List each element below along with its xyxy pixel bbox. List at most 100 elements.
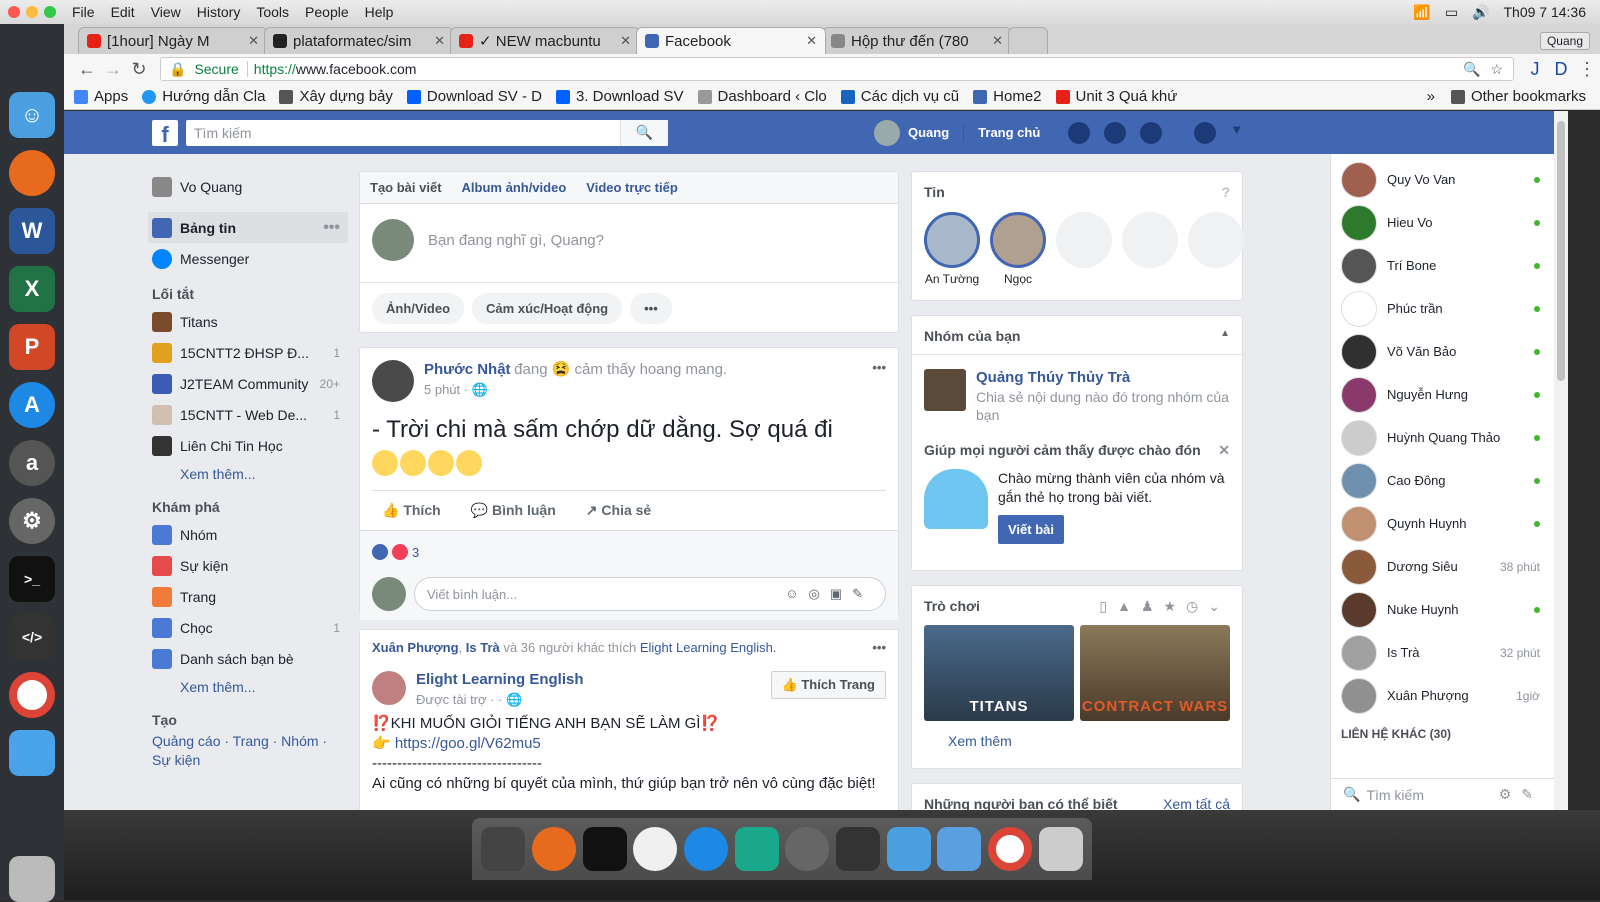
comment-button[interactable]: 💬 Bình luận <box>471 502 556 519</box>
chrome-icon[interactable] <box>987 827 1032 871</box>
chrome-menu-icon[interactable]: ⋮ <box>1574 59 1600 80</box>
nav-item-messenger[interactable]: Messenger <box>148 243 348 274</box>
comment-tools-icon[interactable]: ☺◎▣✎ <box>785 586 873 602</box>
close-window-button[interactable] <box>8 6 20 18</box>
shortcut-item-1[interactable]: 15CNTT2 ĐHSP Đ... 1 <box>148 337 348 368</box>
menu-file[interactable]: File <box>72 4 95 20</box>
bookmark-7[interactable]: Home2 <box>973 88 1042 105</box>
bookmark-3[interactable]: Download SV - D <box>406 88 542 105</box>
menu-tools[interactable]: Tools <box>256 4 289 20</box>
more-bookmarks-icon[interactable]: » <box>1427 88 1435 105</box>
shortcut-item-2[interactable]: J2TEAM Community 20+ <box>148 368 348 399</box>
composer-input[interactable]: Bạn đang nghĩ gì, Quang? <box>360 204 898 276</box>
url-input[interactable]: 🔒 Secure https:// www.facebook.com 🔍 ☆ <box>160 57 1514 81</box>
friend-requests-icon[interactable] <box>1068 121 1091 144</box>
chat-contact[interactable]: Nuke Huynh <box>1331 588 1554 631</box>
word-icon[interactable]: W <box>9 208 55 254</box>
search-icon[interactable]: 🔍 <box>620 119 668 146</box>
profile-link[interactable]: Quang <box>908 125 949 140</box>
apple-icon[interactable] <box>9 34 55 80</box>
create-post-tab[interactable]: Tạo bài viết <box>370 180 442 195</box>
wifi-icon[interactable]: 📶 <box>1413 4 1430 21</box>
app-store-icon[interactable] <box>683 827 728 871</box>
bookmark-2[interactable]: Xây dựng bảy <box>279 88 393 105</box>
shortcut-item-4[interactable]: Liên Chi Tin Học <box>148 430 348 461</box>
photo-album-tab[interactable]: Album ảnh/video <box>462 180 567 195</box>
firefox-icon[interactable] <box>9 150 55 196</box>
chrome-icon[interactable] <box>9 672 55 718</box>
write-post-button[interactable]: Viết bài <box>998 515 1065 544</box>
post-options-icon[interactable]: ••• <box>872 640 886 655</box>
like-button[interactable]: 👍 Thích <box>382 502 441 519</box>
back-icon[interactable]: ← <box>74 59 100 80</box>
comment-input[interactable]: Viết bình luận... ☺◎▣✎ <box>414 577 886 611</box>
more-options-icon[interactable]: ••• <box>323 219 348 237</box>
chat-contact[interactable]: Quynh Huynh <box>1331 502 1554 545</box>
more-options-button[interactable]: ••• <box>630 293 672 324</box>
post-options-icon[interactable]: ••• <box>872 360 886 375</box>
collapse-icon[interactable]: ▲ <box>1220 328 1230 344</box>
amazon-icon[interactable]: a <box>9 440 55 486</box>
other-bookmarks[interactable]: Other bookmarks <box>1450 88 1586 105</box>
maximize-window-button[interactable] <box>44 6 56 18</box>
chat-contact[interactable]: Hieu Vo <box>1331 201 1554 244</box>
facebook-search-input[interactable]: Tìm kiếm 🔍 <box>186 119 668 146</box>
avatar[interactable] <box>372 671 406 705</box>
close-tab-icon[interactable]: ✕ <box>248 33 259 49</box>
terminal-icon[interactable]: >_ <box>9 556 55 602</box>
system-preferences-icon[interactable]: ⚙ <box>9 498 55 544</box>
story-item[interactable]: An Tường <box>924 212 980 286</box>
page-scrollbar[interactable] <box>1554 111 1568 810</box>
code-editor-icon[interactable]: </> <box>9 614 55 660</box>
explore-item-2[interactable]: Trang <box>148 581 348 612</box>
share-button[interactable]: ↗ Chia sẻ <box>586 502 651 519</box>
chat-contact[interactable]: Xuân Phượng 1giờ <box>1331 674 1554 717</box>
explore-item-3[interactable]: Chọc 1 <box>148 612 348 643</box>
trash-icon[interactable] <box>1038 827 1083 871</box>
close-tab-icon[interactable]: ✕ <box>620 33 631 49</box>
notifications-globe-icon[interactable] <box>1140 121 1163 144</box>
close-tab-icon[interactable]: ✕ <box>434 33 445 49</box>
extension-icon[interactable]: J <box>1522 59 1548 80</box>
group-avatar[interactable] <box>924 369 966 411</box>
code-editor-icon[interactable] <box>835 827 880 871</box>
bookmark-4[interactable]: 3. Download SV <box>555 88 684 105</box>
xcode-icon[interactable] <box>937 827 982 871</box>
bookmark-1[interactable]: Hướng dẫn Cla <box>142 88 265 105</box>
chat-contact[interactable]: Cao Đông <box>1331 459 1554 502</box>
trash-icon[interactable] <box>9 856 55 902</box>
itunes-icon[interactable] <box>633 827 678 871</box>
profile-button[interactable]: Quang <box>1539 32 1590 50</box>
minimize-window-button[interactable] <box>26 6 38 18</box>
photo-video-button[interactable]: Ảnh/Video <box>372 293 465 324</box>
help-icon[interactable]: ? <box>1221 184 1230 200</box>
zoom-icon[interactable]: 🔍 <box>1463 61 1480 78</box>
explore-item-4[interactable]: Danh sách bạn bè <box>148 643 348 674</box>
tab-youtube-1hour[interactable]: [1hour] Ngày M ✕ <box>78 27 268 54</box>
menu-help[interactable]: Help <box>365 4 394 20</box>
page-name[interactable]: Elight Learning English <box>416 671 584 688</box>
story-item[interactable]: Ngọc <box>990 212 1046 286</box>
arduino-icon[interactable] <box>734 827 779 871</box>
bookmark-apps[interactable]: Apps <box>74 88 128 105</box>
close-icon[interactable]: ✕ <box>1218 442 1230 459</box>
explore-item-0[interactable]: Nhóm <box>148 519 348 550</box>
shortcut-item-3[interactable]: 15CNTT - Web De... 1 <box>148 399 348 430</box>
firefox-icon[interactable] <box>531 827 576 871</box>
chat-contact[interactable]: Dương Siêu 38 phút <box>1331 545 1554 588</box>
folder-icon[interactable] <box>9 730 55 776</box>
game-category-icons[interactable]: ▯▲♟★◷⌄ <box>1099 598 1230 615</box>
chat-contact[interactable]: Trí Bone <box>1331 244 1554 287</box>
game-titans[interactable]: TITANS <box>924 625 1074 721</box>
create-links[interactable]: Quảng cáo · Trang · Nhóm · Sự kiện <box>148 732 348 770</box>
volume-icon[interactable]: 🔊 <box>1472 4 1489 21</box>
tab-facebook[interactable]: Facebook ✕ <box>636 27 826 54</box>
bookmark-star-icon[interactable]: ☆ <box>1490 61 1503 78</box>
new-tab-button[interactable] <box>1008 27 1048 54</box>
reaction-summary[interactable]: 3 <box>372 539 886 565</box>
close-tab-icon[interactable]: ✕ <box>992 33 1003 49</box>
chat-contact[interactable]: Võ Văn Bảo <box>1331 330 1554 373</box>
post-time[interactable]: 5 phút · 🌐 <box>424 382 727 398</box>
menu-history[interactable]: History <box>197 4 241 20</box>
finder-icon[interactable]: ☺ <box>9 92 55 138</box>
